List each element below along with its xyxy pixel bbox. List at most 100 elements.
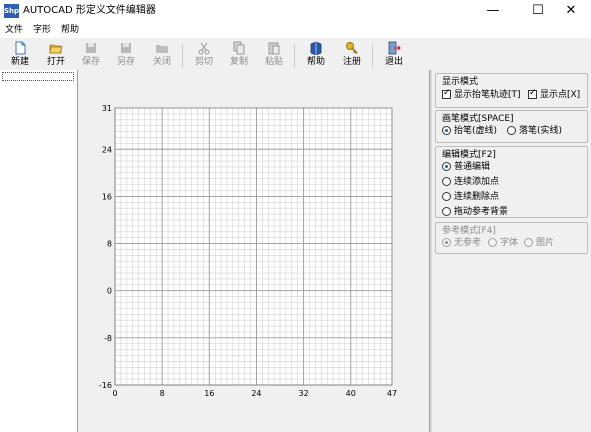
help-button[interactable]: 帮助 xyxy=(301,40,331,70)
edit-mode-group: 编辑模式[F2] 普通编辑 连续添加点 连续删除点 拖动参考背景 xyxy=(435,146,588,218)
x-tick-label: 8 xyxy=(160,389,165,398)
edit-option-label: 普通编辑 xyxy=(454,162,491,172)
glyph-grid[interactable]: 0 8 16 24 32 40 47 31 24 16 8 0 -8 -16 xyxy=(78,70,429,432)
radio-icon xyxy=(524,238,533,247)
minimize-button[interactable]: — xyxy=(473,0,513,22)
x-tick-label: 32 xyxy=(299,389,309,398)
register-label: 注册 xyxy=(342,57,361,67)
save-disk-icon xyxy=(86,43,96,53)
save-as-disk-icon xyxy=(121,43,131,53)
ref-none-radio[interactable]: 无参考 xyxy=(442,238,481,249)
ref-image-radio[interactable]: 图片 xyxy=(524,238,554,249)
exit-door-icon xyxy=(388,41,401,55)
x-axis-labels: 0 8 16 24 32 40 47 xyxy=(112,389,397,398)
show-track-label: 显示抬笔轨迹[T] xyxy=(454,90,521,100)
y-tick-label: 8 xyxy=(107,240,112,249)
glyph-list[interactable] xyxy=(0,70,78,432)
y-tick-label: 0 xyxy=(107,287,112,296)
radio-icon xyxy=(442,126,451,135)
ref-image-label: 图片 xyxy=(536,238,555,248)
ref-font-label: 字体 xyxy=(500,238,519,248)
title-bar: Shp AUTOCAD 形定义文件编辑器 — ☐ ✕ xyxy=(0,0,591,22)
radio-icon xyxy=(488,238,497,247)
copy-icon xyxy=(233,41,245,55)
display-mode-group: 显示模式 显示抬笔轨迹[T] 显示点[X] xyxy=(435,73,588,108)
options-panel: 显示模式 显示抬笔轨迹[T] 显示点[X] 画笔模式[SPACE] 抬笔(虚线)… xyxy=(432,70,591,432)
edit-option-label: 拖动参考背景 xyxy=(454,207,509,217)
edit-option-label: 连续添加点 xyxy=(454,177,500,187)
copy-button[interactable]: 复制 xyxy=(224,40,254,70)
open-label: 打开 xyxy=(46,57,65,67)
open-button[interactable]: 打开 xyxy=(41,40,71,70)
new-label: 新建 xyxy=(10,57,29,67)
pen-down-label: 落笔(实线) xyxy=(519,126,563,136)
y-tick-label: -16 xyxy=(99,381,112,390)
radio-icon xyxy=(442,238,451,247)
edit-drag-background-radio[interactable]: 拖动参考背景 xyxy=(442,207,508,218)
y-tick-label: 24 xyxy=(102,145,112,154)
app-icon: Shp xyxy=(4,4,19,18)
edit-delete-points-radio[interactable]: 连续删除点 xyxy=(442,192,499,203)
edit-normal-radio[interactable]: 普通编辑 xyxy=(442,162,490,173)
x-tick-label: 0 xyxy=(112,389,117,398)
toolbar-separator xyxy=(182,44,183,68)
display-mode-title: 显示模式 xyxy=(442,77,479,87)
pen-mode-title: 画笔模式[SPACE] xyxy=(442,114,514,124)
paste-button[interactable]: 粘贴 xyxy=(259,40,289,70)
y-tick-label: 31 xyxy=(102,104,112,113)
key-icon xyxy=(346,42,358,55)
pen-down-radio[interactable]: 落笔(实线) xyxy=(507,126,562,137)
glyph-canvas-area[interactable]: 0 8 16 24 32 40 47 31 24 16 8 0 -8 -16 xyxy=(78,70,429,432)
exit-label: 退出 xyxy=(384,57,403,67)
open-folder-icon xyxy=(49,44,63,54)
radio-icon xyxy=(507,126,516,135)
menu-glyph[interactable]: 字形 xyxy=(33,24,51,36)
pen-up-label: 抬笔(虚线) xyxy=(454,126,498,136)
radio-icon xyxy=(442,162,451,171)
save-as-button[interactable]: 另存 xyxy=(111,40,141,70)
toolbar-separator xyxy=(294,44,295,68)
y-tick-label: -8 xyxy=(104,334,112,343)
menu-help[interactable]: 帮助 xyxy=(61,24,79,36)
close-file-label: 关闭 xyxy=(152,57,171,67)
exit-button[interactable]: 退出 xyxy=(379,40,409,70)
menu-bar: 文件 字形 帮助 xyxy=(0,22,591,38)
new-button[interactable]: 新建 xyxy=(5,40,35,70)
radio-icon xyxy=(442,207,451,216)
register-button[interactable]: 注册 xyxy=(337,40,367,70)
window-title: AUTOCAD 形定义文件编辑器 xyxy=(23,5,156,16)
glyph-list-selected-item[interactable] xyxy=(2,72,74,81)
pen-up-radio[interactable]: 抬笔(虚线) xyxy=(442,126,497,137)
x-tick-label: 16 xyxy=(204,389,214,398)
pen-mode-group: 画笔模式[SPACE] 抬笔(虚线) 落笔(实线) xyxy=(435,110,588,143)
close-folder-icon xyxy=(156,45,168,53)
show-points-checkbox[interactable]: 显示点[X] xyxy=(528,88,581,101)
paste-label: 粘贴 xyxy=(264,57,283,67)
edit-option-label: 连续删除点 xyxy=(454,192,500,202)
radio-icon xyxy=(442,177,451,186)
help-label: 帮助 xyxy=(306,57,325,67)
close-button[interactable]: ✕ xyxy=(551,0,591,22)
save-button[interactable]: 保存 xyxy=(76,40,106,70)
radio-icon xyxy=(442,192,451,201)
y-tick-label: 16 xyxy=(102,192,112,201)
ref-font-radio[interactable]: 字体 xyxy=(488,238,518,249)
reference-mode-title: 参考模式[F4] xyxy=(442,226,496,236)
close-file-button[interactable]: 关闭 xyxy=(147,40,177,70)
x-tick-label: 40 xyxy=(346,389,356,398)
save-label: 保存 xyxy=(81,57,100,67)
edit-add-points-radio[interactable]: 连续添加点 xyxy=(442,177,499,188)
reference-mode-group: 参考模式[F4] 无参考 字体 图片 xyxy=(435,222,588,254)
checkbox-icon xyxy=(528,88,537,99)
y-axis-labels: 31 24 16 8 0 -8 -16 xyxy=(99,104,112,390)
show-points-label: 显示点[X] xyxy=(540,90,581,100)
toolbar-separator xyxy=(372,44,373,68)
new-file-icon xyxy=(15,41,26,55)
cut-button[interactable]: 剪切 xyxy=(189,40,219,70)
show-track-checkbox[interactable]: 显示抬笔轨迹[T] xyxy=(442,88,521,101)
menu-file[interactable]: 文件 xyxy=(5,24,23,36)
x-tick-label: 47 xyxy=(387,389,397,398)
copy-label: 复制 xyxy=(229,57,248,67)
edit-mode-title: 编辑模式[F2] xyxy=(442,150,496,160)
scissors-icon xyxy=(198,42,210,55)
